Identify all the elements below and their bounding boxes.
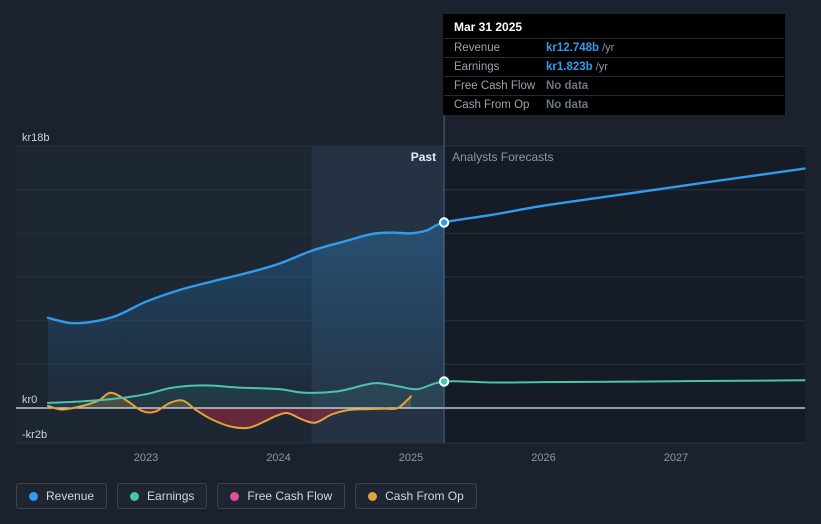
stock-financials-chart-page: kr18b kr0 -kr2b 2023 2024 2025 2026 2027 Past Ana… (0, 0, 821, 524)
legend-label-revenue: Revenue (46, 489, 95, 503)
tooltip-row-revenue: Revenue kr12.748b /yr (444, 38, 784, 57)
legend-label-cash-from-op: Cash From Op (385, 489, 464, 503)
tooltip-row-cash-from-op: Cash From Op No data (444, 95, 784, 114)
tooltip-value-revenue: kr12.748b (546, 42, 600, 54)
tooltip-row-free-cash-flow: Free Cash Flow No data (444, 76, 784, 95)
free-cash-flow-legend-dot-icon (230, 491, 240, 501)
legend-item-cash-from-op[interactable]: Cash From Op (355, 483, 477, 509)
forecast-region-background (444, 146, 805, 443)
x-axis-label: 2024 (266, 452, 290, 464)
tooltip-row-earnings: Earnings kr1.823b /yr (444, 57, 784, 76)
legend-item-free-cash-flow[interactable]: Free Cash Flow (217, 483, 346, 509)
tooltip-value-cash-from-op: No data (546, 99, 589, 111)
analysts-forecasts-label: Analysts Forecasts (452, 150, 553, 164)
chart-legend: Revenue Earnings Free Cash Flow Cash Fro… (16, 483, 477, 509)
tooltip-value-free-cash-flow: No data (546, 80, 589, 92)
earnings-marker-dot (438, 376, 450, 387)
legend-label-earnings: Earnings (147, 489, 195, 503)
legend-item-revenue[interactable]: Revenue (16, 483, 108, 509)
tooltip-label-cash-from-op: Cash From Op (454, 99, 530, 111)
x-axis-label: 2027 (664, 452, 688, 464)
tooltip-label-earnings: Earnings (454, 61, 500, 73)
x-axis-label: 2026 (531, 452, 555, 464)
tooltip-value-earnings: kr1.823b (546, 61, 593, 73)
revenue-marker-dot (438, 217, 450, 228)
tooltip-label-revenue: Revenue (454, 42, 501, 54)
x-axis-label: 2025 (399, 452, 423, 464)
legend-item-earnings[interactable]: Earnings (117, 483, 208, 509)
cash-from-op-legend-dot-icon (368, 491, 378, 501)
earnings-legend-dot-icon (130, 491, 140, 501)
tooltip-label-free-cash-flow: Free Cash Flow (454, 80, 536, 92)
y-axis-label: kr18b (22, 132, 50, 144)
x-axis-label: 2023 (134, 452, 158, 464)
y-axis-label: -kr2b (22, 429, 47, 441)
past-label: Past (411, 150, 436, 164)
revenue-legend-dot-icon (29, 491, 38, 501)
tooltip-suffix-earnings: /yr (595, 61, 608, 73)
legend-label-free-cash-flow: Free Cash Flow (247, 489, 333, 503)
y-axis-label: kr0 (22, 394, 37, 406)
tooltip-suffix-revenue: /yr (602, 42, 615, 54)
tooltip-date: Mar 31 2025 (454, 20, 523, 34)
chart-tooltip: Mar 31 2025 Revenue kr12.748b /yr Earnin… (443, 14, 785, 115)
